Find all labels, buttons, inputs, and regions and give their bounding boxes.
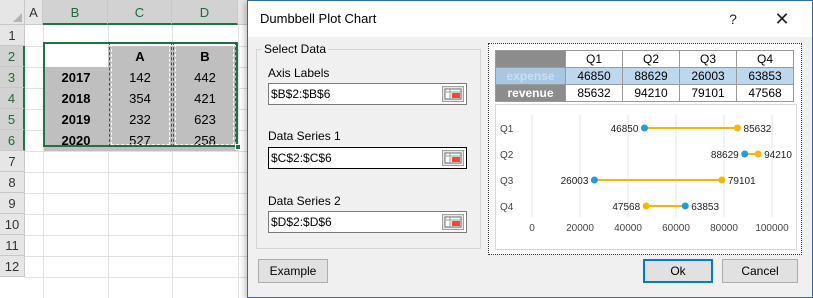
category-label: Q3 bbox=[500, 176, 514, 187]
grid-line bbox=[25, 214, 247, 215]
column-header-a[interactable]: A bbox=[25, 0, 43, 25]
dialog-titlebar[interactable]: Dumbbell Plot Chart ? ✕ bbox=[248, 1, 812, 37]
dumbbell-chart-svg: 0 20000 40000 60000 80000 100000 Q1 46850 85632 Q… bbox=[500, 115, 792, 234]
axis-labels-input[interactable] bbox=[271, 86, 439, 102]
data-series-2-range-button[interactable] bbox=[442, 214, 464, 230]
select-all-corner[interactable] bbox=[0, 0, 25, 25]
dumbbell-plot-dialog: Dumbbell Plot Chart ? ✕ Select Data Axis… bbox=[247, 0, 813, 298]
screen: A B C D 1 2 3 4 5 6 7 8 9 10 11 12 A B 2… bbox=[0, 0, 813, 298]
data-series-1-field[interactable] bbox=[268, 147, 467, 169]
category-label: Q1 bbox=[500, 124, 514, 135]
column-header-d[interactable]: D bbox=[172, 0, 238, 25]
row-header-4[interactable]: 4 bbox=[0, 88, 25, 109]
data-label: 47568 bbox=[612, 202, 640, 213]
grid-line bbox=[25, 256, 247, 257]
marching-ants-d bbox=[173, 42, 236, 147]
grid-line bbox=[25, 193, 247, 194]
range-select-icon bbox=[444, 152, 462, 164]
help-icon[interactable]: ? bbox=[718, 6, 748, 32]
x-tick-label: 100000 bbox=[755, 223, 789, 234]
data-label: 26003 bbox=[561, 176, 589, 187]
ok-button[interactable]: Ok bbox=[643, 259, 713, 283]
data-label: 94210 bbox=[764, 150, 792, 161]
data-label: 88629 bbox=[711, 150, 739, 161]
x-tick-label: 20000 bbox=[566, 223, 594, 234]
range-select-icon bbox=[444, 88, 462, 100]
data-label: 46850 bbox=[611, 124, 639, 135]
category-label: Q2 bbox=[500, 150, 514, 161]
row-header-12[interactable]: 12 bbox=[0, 256, 25, 277]
data-series-2-field[interactable] bbox=[268, 211, 467, 233]
data-series-2-label: Data Series 2 bbox=[268, 194, 341, 208]
cancel-button[interactable]: Cancel bbox=[722, 259, 798, 283]
preview-cell: 46850 bbox=[565, 67, 623, 85]
series1-point bbox=[741, 150, 749, 158]
x-tick-label: 0 bbox=[529, 223, 535, 234]
preview-cell: 88629 bbox=[622, 67, 680, 85]
dialog-title: Dumbbell Plot Chart bbox=[260, 11, 377, 26]
preview-q3-header: Q3 bbox=[679, 50, 737, 68]
preview-cell: 79101 bbox=[679, 84, 737, 102]
fill-handle[interactable] bbox=[235, 144, 241, 150]
x-tick-label: 80000 bbox=[710, 223, 738, 234]
preview-cell: 47568 bbox=[736, 84, 794, 102]
grid-line bbox=[25, 172, 247, 173]
grid-line bbox=[25, 151, 247, 152]
series2-point bbox=[642, 202, 650, 210]
marching-ants-c bbox=[109, 42, 172, 147]
series2-point bbox=[754, 150, 762, 158]
preview-expense-label: expense bbox=[495, 67, 566, 85]
row-header-5[interactable]: 5 bbox=[0, 109, 25, 130]
data-label: 63853 bbox=[691, 202, 719, 213]
series2-point bbox=[734, 124, 742, 132]
row-header-10[interactable]: 10 bbox=[0, 214, 25, 235]
series1-point bbox=[681, 202, 689, 210]
select-data-legend: Select Data bbox=[262, 42, 329, 56]
category-label: Q4 bbox=[500, 202, 514, 213]
x-tick-label: 40000 bbox=[614, 223, 642, 234]
row-header-8[interactable]: 8 bbox=[0, 172, 25, 193]
series2-point bbox=[718, 176, 726, 184]
preview-revenue-label: revenue bbox=[495, 84, 566, 102]
data-series-1-label: Data Series 1 bbox=[268, 129, 341, 143]
x-tick-label: 60000 bbox=[662, 223, 690, 234]
preview-panel: Q1 Q2 Q3 Q4 expense 46850 88629 26003 63… bbox=[488, 43, 802, 255]
data-series-1-input[interactable] bbox=[271, 150, 439, 166]
column-header-b[interactable]: B bbox=[43, 0, 108, 25]
column-header-c[interactable]: C bbox=[108, 0, 172, 25]
row-header-7[interactable]: 7 bbox=[0, 151, 25, 172]
grid-line bbox=[238, 25, 239, 298]
preview-cell: 63853 bbox=[736, 67, 794, 85]
preview-cell: 94210 bbox=[622, 84, 680, 102]
range-select-icon bbox=[444, 216, 462, 228]
column-header-e[interactable] bbox=[238, 0, 247, 25]
row-header-2[interactable]: 2 bbox=[0, 46, 25, 67]
preview-chart: 0 20000 40000 60000 80000 100000 Q1 46850 85632 Q… bbox=[495, 104, 797, 250]
data-label: 85632 bbox=[744, 124, 772, 135]
close-icon[interactable]: ✕ bbox=[764, 6, 800, 32]
data-label: 79101 bbox=[728, 176, 756, 187]
preview-cell: 26003 bbox=[679, 67, 737, 85]
grid-line bbox=[25, 277, 247, 278]
data-series-1-range-button[interactable] bbox=[442, 150, 464, 166]
preview-q1-header: Q1 bbox=[565, 50, 623, 68]
row-header-3[interactable]: 3 bbox=[0, 67, 25, 88]
row-header-9[interactable]: 9 bbox=[0, 193, 25, 214]
example-button[interactable]: Example bbox=[258, 259, 328, 283]
series1-point bbox=[590, 176, 598, 184]
axis-labels-range-button[interactable] bbox=[442, 86, 464, 102]
series1-point bbox=[640, 124, 648, 132]
axis-labels-field[interactable] bbox=[268, 83, 467, 105]
preview-q2-header: Q2 bbox=[622, 50, 680, 68]
axis-labels-label: Axis Labels bbox=[268, 66, 330, 80]
grid-line bbox=[25, 235, 247, 236]
preview-table: Q1 Q2 Q3 Q4 expense 46850 88629 26003 63… bbox=[495, 50, 794, 102]
row-header-11[interactable]: 11 bbox=[0, 235, 25, 256]
preview-q4-header: Q4 bbox=[736, 50, 794, 68]
row-header-1[interactable]: 1 bbox=[0, 25, 25, 46]
preview-cell: 85632 bbox=[565, 84, 623, 102]
data-series-2-input[interactable] bbox=[271, 214, 439, 230]
preview-table-corner bbox=[495, 50, 566, 68]
row-header-6[interactable]: 6 bbox=[0, 130, 25, 151]
